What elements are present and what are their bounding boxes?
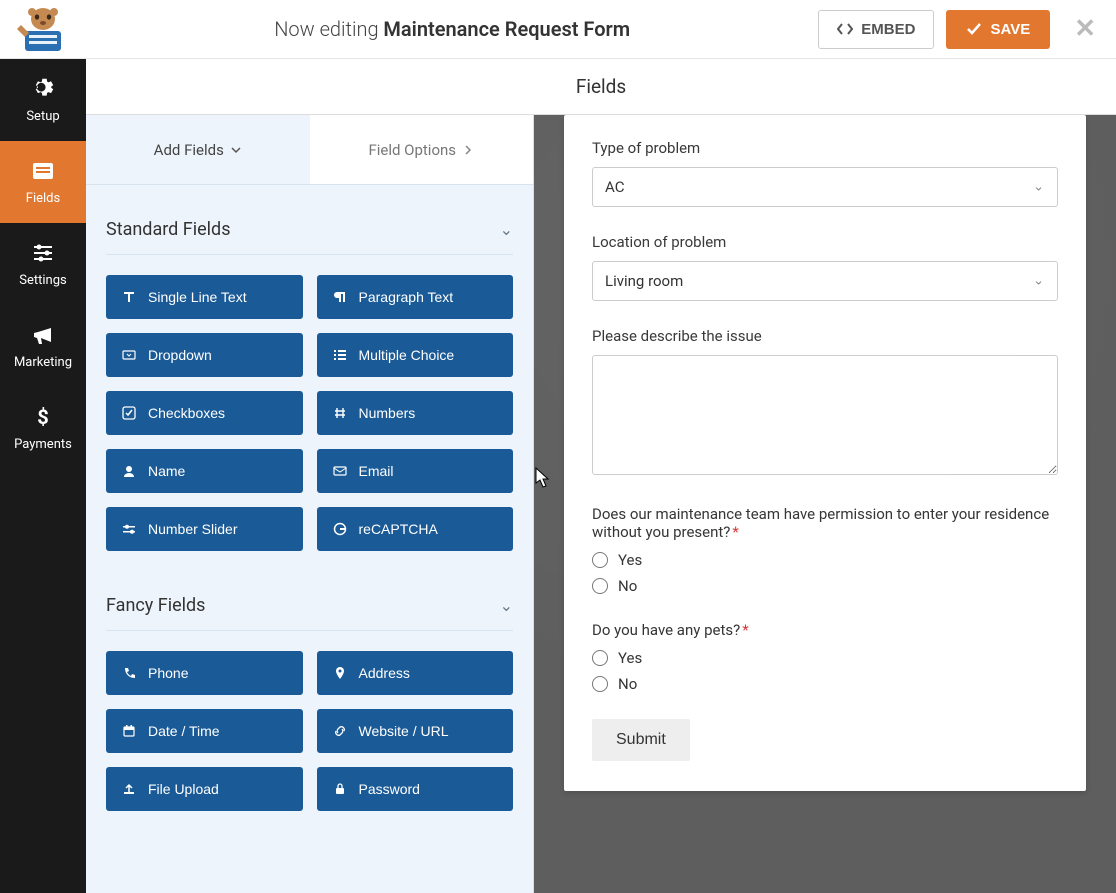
field-recaptcha[interactable]: reCAPTCHA [317, 507, 514, 551]
radio-pets-yes[interactable]: Yes [592, 649, 1058, 667]
field-single-line-text[interactable]: Single Line Text [106, 275, 303, 319]
form-preview: Type of problem AC ⌄ Location of problem… [564, 115, 1086, 791]
radio-permission-no[interactable]: No [592, 577, 1058, 595]
field-website-url[interactable]: Website / URL [317, 709, 514, 753]
check-icon [966, 21, 982, 37]
paragraph-icon [333, 290, 347, 304]
field-checkboxes[interactable]: Checkboxes [106, 391, 303, 435]
field-dropdown[interactable]: Dropdown [106, 333, 303, 377]
nav-fields[interactable]: Fields [0, 141, 86, 223]
phone-icon [122, 666, 136, 680]
textarea-describe[interactable] [592, 355, 1058, 475]
fields-panel: Add Fields Field Options Standard Fields… [86, 115, 534, 893]
section-fancy[interactable]: Fancy Fields ⌄ [106, 581, 513, 631]
tab-add-fields[interactable]: Add Fields [86, 115, 310, 184]
builder-header: Fields [86, 59, 1116, 115]
field-number-slider[interactable]: Number Slider [106, 507, 303, 551]
field-describe[interactable]: Please describe the issue [592, 327, 1058, 479]
field-name[interactable]: Name [106, 449, 303, 493]
list-icon [333, 348, 347, 362]
close-button[interactable]: ✕ [1074, 14, 1096, 44]
chevron-right-icon [462, 144, 474, 156]
bullhorn-icon [31, 323, 55, 347]
gear-icon [31, 77, 55, 101]
nav-payments[interactable]: $ Payments [0, 387, 86, 469]
field-pets[interactable]: Do you have any pets?* Yes No [592, 621, 1058, 693]
calendar-icon [122, 724, 136, 738]
upload-icon [122, 782, 136, 796]
field-date-time[interactable]: Date / Time [106, 709, 303, 753]
field-permission[interactable]: Does our maintenance team have permissio… [592, 505, 1058, 595]
field-address[interactable]: Address [317, 651, 514, 695]
field-email[interactable]: Email [317, 449, 514, 493]
label-pets: Do you have any pets?* [592, 621, 1058, 639]
section-standard[interactable]: Standard Fields ⌄ [106, 205, 513, 255]
select-location[interactable]: Living room [592, 261, 1058, 301]
tab-field-options[interactable]: Field Options [310, 115, 534, 184]
code-icon [837, 21, 853, 37]
form-icon [31, 159, 55, 183]
dollar-icon: $ [31, 405, 55, 429]
field-paragraph-text[interactable]: Paragraph Text [317, 275, 514, 319]
editing-prefix: Now editing [274, 17, 378, 41]
label-permission: Does our maintenance team have permissio… [592, 505, 1058, 541]
save-button[interactable]: SAVE [946, 10, 1050, 49]
label-describe: Please describe the issue [592, 327, 1058, 345]
submit-button[interactable]: Submit [592, 719, 690, 761]
user-icon [122, 464, 136, 478]
slider-icon [122, 522, 136, 536]
text-icon [122, 290, 136, 304]
page-title: Now editing Maintenance Request Form [86, 17, 818, 41]
envelope-icon [333, 464, 347, 478]
chevron-down-icon [230, 144, 242, 156]
nav-setup[interactable]: Setup [0, 59, 86, 141]
pin-icon [333, 666, 347, 680]
left-nav: Setup Fields Settings Marketing $ Paymen… [0, 59, 86, 893]
field-type-of-problem[interactable]: Type of problem AC ⌄ [592, 139, 1058, 207]
lock-icon [333, 782, 347, 796]
chevron-down-icon: ⌄ [500, 220, 513, 239]
svg-text:$: $ [37, 405, 48, 429]
field-password[interactable]: Password [317, 767, 514, 811]
sliders-icon [31, 241, 55, 265]
google-icon [333, 522, 347, 536]
form-name: Maintenance Request Form [383, 17, 630, 41]
select-type[interactable]: AC [592, 167, 1058, 207]
builder: Fields Add Fields Field Options Standard… [86, 59, 1116, 893]
radio-pets-no[interactable]: No [592, 675, 1058, 693]
label-type: Type of problem [592, 139, 1058, 157]
nav-settings[interactable]: Settings [0, 223, 86, 305]
nav-marketing[interactable]: Marketing [0, 305, 86, 387]
field-multiple-choice[interactable]: Multiple Choice [317, 333, 514, 377]
check-icon [122, 406, 136, 420]
dropdown-icon [122, 348, 136, 362]
app-logo [0, 0, 86, 59]
fields-scroll[interactable]: Standard Fields ⌄ Single Line Text Paragr… [86, 185, 533, 893]
radio-permission-yes[interactable]: Yes [592, 551, 1058, 569]
field-location[interactable]: Location of problem Living room ⌄ [592, 233, 1058, 301]
chevron-down-icon: ⌄ [500, 596, 513, 615]
hash-icon [333, 406, 347, 420]
link-icon [333, 724, 347, 738]
label-location: Location of problem [592, 233, 1058, 251]
field-phone[interactable]: Phone [106, 651, 303, 695]
top-header: Now editing Maintenance Request Form EMB… [0, 0, 1116, 59]
field-file-upload[interactable]: File Upload [106, 767, 303, 811]
field-numbers[interactable]: Numbers [317, 391, 514, 435]
preview-panel: Type of problem AC ⌄ Location of problem… [534, 115, 1116, 893]
embed-button[interactable]: EMBED [818, 10, 934, 49]
